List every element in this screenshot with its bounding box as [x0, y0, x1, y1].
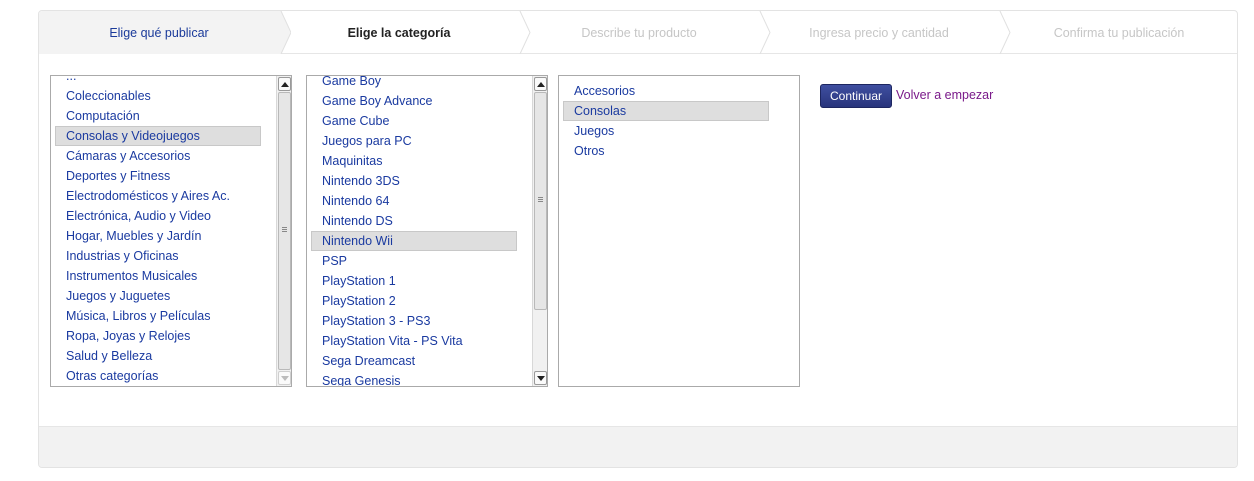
list-item-subcategory[interactable]: Accesorios	[567, 81, 773, 101]
list-item-category[interactable]: Hogar, Muebles y Jardín	[59, 226, 265, 246]
list-item-subcategory[interactable]: Consolas	[563, 101, 769, 121]
category-listbox[interactable]: ... Coleccionables Computación Consolas y …	[50, 75, 292, 387]
list-item-platform[interactable]: PlayStation 1	[315, 271, 521, 291]
list-item-category[interactable]: Industrias y Oficinas	[59, 246, 265, 266]
list-item-platform[interactable]: PlayStation Vita - PS Vita	[315, 331, 521, 351]
scroll-thumb[interactable]	[278, 92, 291, 370]
list-item-subcategory[interactable]: Juegos	[567, 121, 773, 141]
list-item-platform[interactable]: PSP	[315, 251, 521, 271]
publish-wizard-panel: Elige qué publicar Elige la categoría De…	[38, 10, 1238, 468]
list-item-category[interactable]: Cámaras y Accesorios	[59, 146, 265, 166]
platform-listbox[interactable]: Game Boy Game Boy Advance Game Cube Juegos …	[306, 75, 548, 387]
list-item-platform[interactable]: Sega Genesis	[315, 371, 521, 386]
restart-link[interactable]: Volver a empezar	[896, 88, 993, 102]
step-label: Confirma tu publicación	[1053, 25, 1185, 40]
list-item-category[interactable]: Salud y Belleza	[59, 346, 265, 366]
list-item-category[interactable]: Juegos y Juguetes	[59, 286, 265, 306]
step-separator-icon	[999, 11, 1011, 54]
step-separator-icon	[519, 11, 531, 54]
list-item-subcategory[interactable]: Otros	[567, 141, 773, 161]
subcategory-list-items: Accesorios Consolas Juegos Otros	[563, 81, 773, 161]
list-item-platform[interactable]: Game Cube	[315, 111, 521, 131]
list-item-category[interactable]: Música, Libros y Películas	[59, 306, 265, 326]
list-item-platform[interactable]: Sega Dreamcast	[315, 351, 521, 371]
step-label: Elige la categoría	[347, 25, 451, 40]
list-item-platform[interactable]: Nintendo 3DS	[315, 171, 521, 191]
list-item-platform[interactable]: Nintendo 64	[315, 191, 521, 211]
step-label: Elige qué publicar	[109, 25, 209, 40]
subcategory-listbox[interactable]: Accesorios Consolas Juegos Otros	[558, 75, 800, 387]
step-ingresa-precio: Ingresa precio y cantidad	[759, 11, 999, 54]
list-item-category[interactable]: Coleccionables	[59, 86, 265, 106]
list-item-platform[interactable]: Juegos para PC	[315, 131, 521, 151]
scroll-down-icon[interactable]	[278, 371, 291, 385]
step-separator-icon	[759, 11, 771, 54]
progress-steps: Elige qué publicar Elige la categoría De…	[39, 11, 1237, 54]
step-separator-icon	[279, 11, 291, 54]
platform-list-items: Game Boy Game Boy Advance Game Cube Juegos …	[311, 76, 521, 386]
list-item-category[interactable]: Computación	[59, 106, 265, 126]
list-item-platform[interactable]: Maquinitas	[315, 151, 521, 171]
scroll-thumb[interactable]	[534, 92, 547, 310]
list-item-category[interactable]: Consolas y Videojuegos	[55, 126, 261, 146]
list-item-platform[interactable]: PlayStation 3 - PS3	[315, 311, 521, 331]
list-item-category[interactable]: Ropa, Joyas y Relojes	[59, 326, 265, 346]
step-confirma-publicacion: Confirma tu publicación	[999, 11, 1237, 54]
scroll-up-icon[interactable]	[534, 77, 547, 91]
category-scrollbar[interactable]	[276, 76, 291, 386]
step-label: Ingresa precio y cantidad	[809, 25, 949, 40]
list-item-category[interactable]: Deportes y Fitness	[59, 166, 265, 186]
list-item-platform[interactable]: PlayStation 2	[315, 291, 521, 311]
step-elige-que-publicar[interactable]: Elige qué publicar	[39, 11, 279, 54]
step-elige-la-categoria: Elige la categoría	[279, 11, 519, 54]
list-item-partial[interactable]: ...	[59, 76, 265, 86]
scroll-up-icon[interactable]	[278, 77, 291, 91]
list-item-platform[interactable]: Nintendo DS	[315, 211, 521, 231]
continue-button[interactable]: Continuar	[820, 84, 892, 108]
list-item-platform[interactable]: Game Boy Advance	[315, 91, 521, 111]
scroll-down-icon[interactable]	[534, 371, 547, 385]
list-item-category[interactable]: Otras categorías	[59, 366, 265, 386]
list-item-platform[interactable]: Nintendo Wii	[311, 231, 517, 251]
step-label: Describe tu producto	[581, 25, 697, 40]
list-item-category[interactable]: Electrónica, Audio y Video	[59, 206, 265, 226]
platform-scrollbar[interactable]	[532, 76, 547, 386]
footer-bar	[39, 426, 1237, 467]
step-describe-tu-producto: Describe tu producto	[519, 11, 759, 54]
list-item-platform[interactable]: Game Boy	[315, 76, 521, 91]
list-item-category[interactable]: Instrumentos Musicales	[59, 266, 265, 286]
list-item-category[interactable]: Electrodomésticos y Aires Ac.	[59, 186, 265, 206]
category-list-items: ... Coleccionables Computación Consolas y …	[55, 76, 265, 386]
